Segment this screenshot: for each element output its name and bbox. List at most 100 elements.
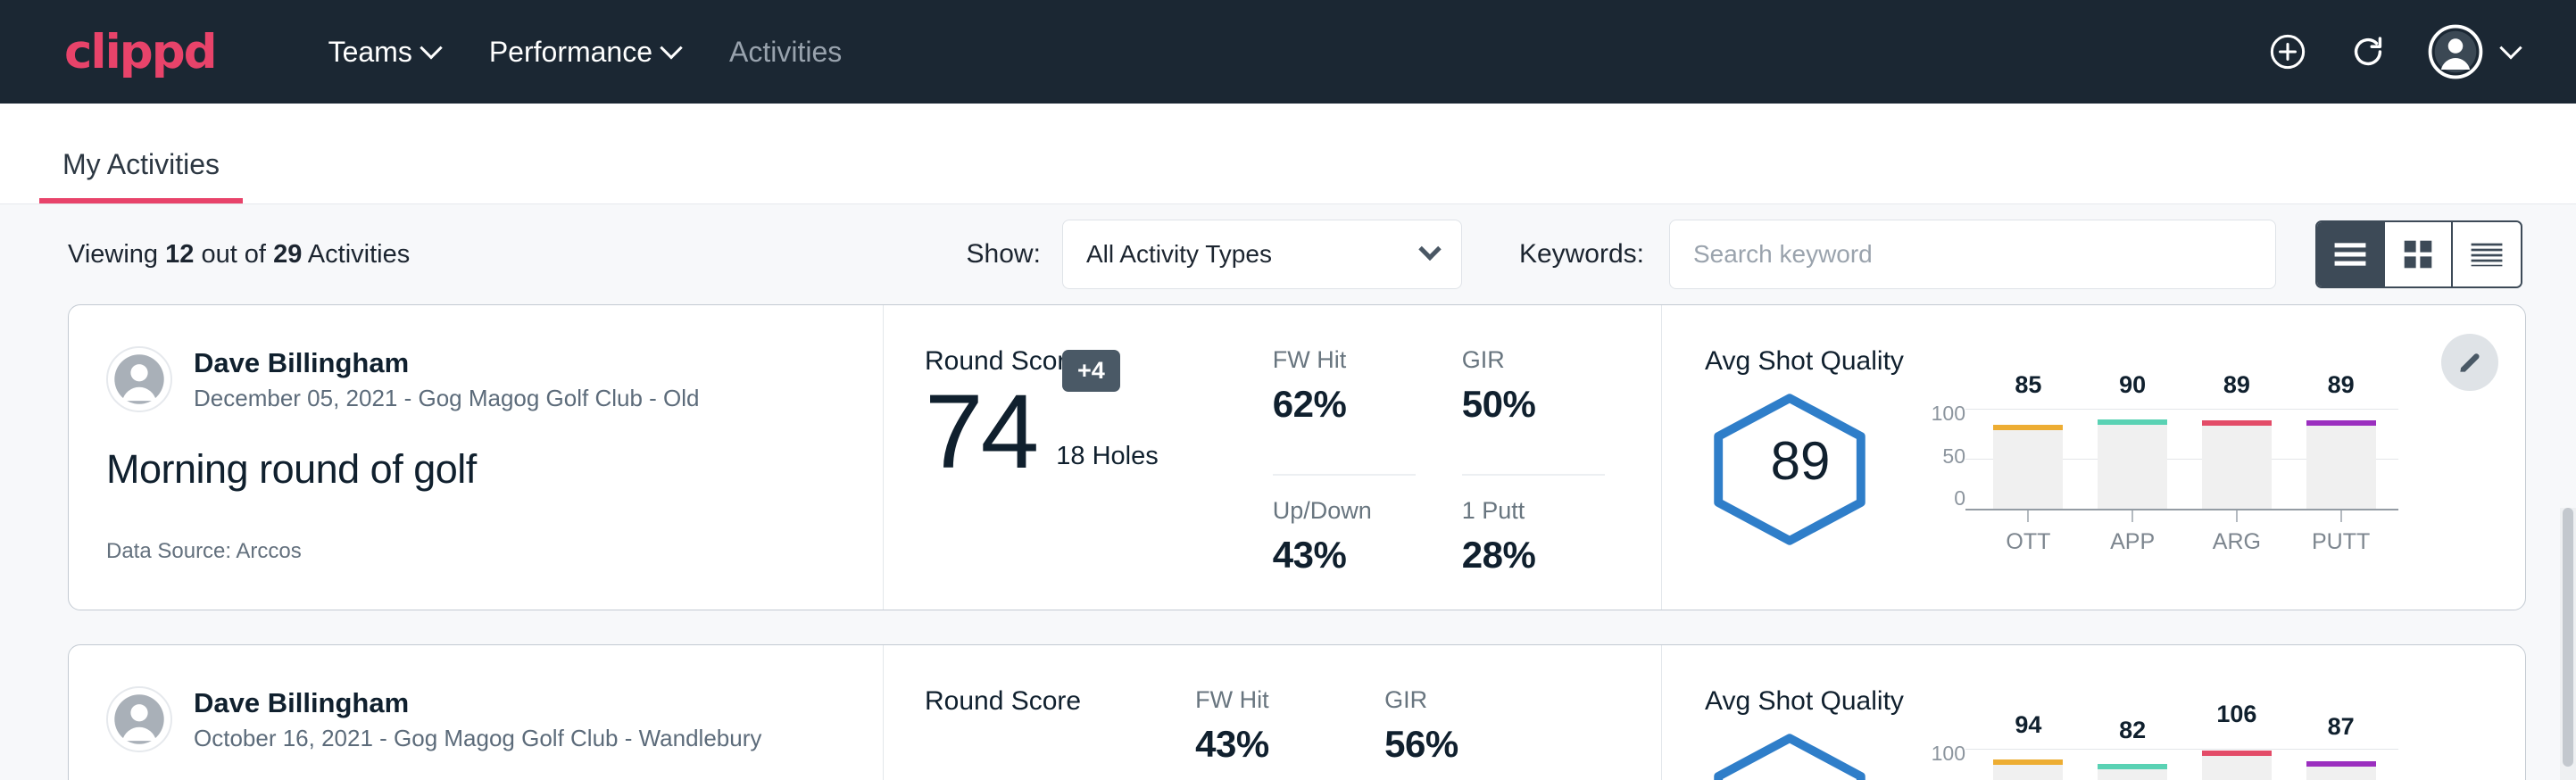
stat-gir: GIR 50% (1462, 346, 1605, 476)
bar-value-label: 85 (2015, 371, 2041, 399)
activity-type-select-value: All Activity Types (1086, 240, 1272, 269)
account-avatar-icon (2428, 24, 2483, 79)
stat-value: 28% (1462, 534, 1605, 577)
view-mode-compact[interactable] (2453, 222, 2521, 286)
stat-fw-hit: FW Hit 62% (1273, 346, 1416, 476)
stat-label: GIR (1384, 686, 1527, 714)
grid-icon (2403, 239, 2433, 270)
x-tick-label: ARG (2213, 529, 2261, 555)
main-nav-items: Teams Performance Activities (303, 27, 868, 78)
stat-label: FW Hit (1195, 686, 1338, 714)
activity-summary-column: Dave Billingham December 05, 2021 - Gog … (69, 305, 883, 610)
tab-my-activities[interactable]: My Activities (39, 150, 243, 203)
shot-quality-column: Avg Shot Quality 89 100 50 0 (1661, 305, 2525, 610)
shot-quality-value: 89 (1705, 430, 1896, 492)
round-stats-grid: FW Hit 62% GIR 50% Up/Down 43% 1 Putt 28… (1273, 346, 1605, 610)
bar (1993, 759, 2063, 780)
bar-top-cap (2202, 420, 2272, 426)
refresh-icon[interactable] (2347, 31, 2389, 72)
stat-label: 1 Putt (1462, 497, 1605, 525)
x-tick-label: APP (2110, 529, 2155, 555)
stat-value: 43% (1273, 534, 1416, 577)
stat-one-putt: 1 Putt 28% (1462, 497, 1605, 610)
y-tick: 0 (1954, 488, 1965, 509)
stat-label: GIR (1462, 346, 1605, 374)
view-mode-list[interactable] (2317, 222, 2385, 286)
account-menu[interactable] (2428, 24, 2519, 79)
shot-quality-bar-chart: 100 50 0 85 (1912, 384, 2398, 509)
y-tick: 100 (1932, 403, 1965, 424)
chevron-down-icon (660, 37, 682, 59)
shot-quality-label: Avg Shot Quality (1705, 686, 2525, 717)
chevron-down-icon (420, 37, 442, 59)
bar (2306, 420, 2376, 509)
chevron-down-icon (2499, 37, 2522, 59)
bar-value-label: 87 (2328, 713, 2355, 741)
x-tick-group: OTT (1976, 510, 2081, 555)
bar (1993, 425, 2063, 509)
scrollbar-thumb[interactable] (2563, 508, 2573, 767)
viewing-suffix: Activities (308, 240, 410, 269)
bar (2202, 420, 2272, 509)
round-holes: 18 Holes (1056, 442, 1158, 482)
bar-top-cap (2306, 420, 2376, 426)
bar-group: 85 (1976, 403, 2081, 509)
round-score-label: Round Score (925, 346, 1159, 377)
nav-item-teams[interactable]: Teams (303, 27, 464, 78)
activity-card-list: Dave Billingham December 05, 2021 - Gog … (0, 304, 2576, 780)
list-compact-icon (2470, 241, 2504, 268)
chart-y-axis: 100 (1912, 743, 1965, 780)
bar (2306, 761, 2376, 780)
chart-bars: 94 82 (1976, 743, 2393, 780)
clippd-logo[interactable]: clippd (64, 29, 216, 76)
avatar (106, 686, 172, 752)
avatar (106, 346, 172, 412)
viewing-count-text: Viewing 12 out of 29 Activities (68, 240, 410, 270)
activity-card[interactable]: Dave Billingham December 05, 2021 - Gog … (68, 304, 2526, 610)
show-label: Show: (967, 239, 1041, 270)
bar-top-cap (2098, 419, 2167, 425)
round-score-column: Round Score FW Hit 43% GIR 56% (883, 645, 1661, 780)
viewing-total: 29 (273, 240, 302, 269)
chart-plot-area: 85 90 (1965, 403, 2398, 509)
filter-controls: Show: All Activity Types Keywords: (967, 220, 2522, 289)
edit-activity-button[interactable] (2441, 334, 2498, 391)
x-tick-mark (2340, 510, 2342, 522)
page-scrollbar[interactable] (2560, 508, 2576, 780)
view-mode-grid[interactable] (2385, 222, 2453, 286)
viewing-middle: out of (201, 240, 266, 269)
activity-card[interactable]: Dave Billingham October 16, 2021 - Gog M… (68, 644, 2526, 780)
activity-user-info: Dave Billingham October 16, 2021 - Gog M… (194, 686, 761, 752)
bar-value-label: 89 (2223, 371, 2250, 399)
y-tick: 100 (1932, 743, 1965, 764)
bar-group: 89 (2289, 403, 2393, 509)
round-score-value-row: 74 +4 18 Holes (925, 382, 1159, 482)
stat-value: 43% (1195, 723, 1338, 766)
activity-user-name: Dave Billingham (194, 346, 700, 381)
top-navigation-bar: clippd Teams Performance Activities (0, 0, 2576, 104)
activity-user-row: Dave Billingham October 16, 2021 - Gog M… (106, 686, 883, 752)
round-score-value: 74 (925, 382, 1036, 482)
bar (2098, 764, 2167, 780)
x-tick-mark (2236, 510, 2238, 522)
stat-value: 50% (1462, 383, 1605, 426)
x-tick-mark (2131, 510, 2133, 522)
x-tick-mark (2027, 510, 2029, 522)
list-large-icon (2333, 241, 2367, 268)
activity-data-source: Data Source: Arccos (106, 539, 883, 564)
view-mode-toggle (2315, 220, 2522, 288)
bar-value-label: 94 (2015, 711, 2041, 739)
activity-user-name: Dave Billingham (194, 686, 761, 721)
stat-gir: GIR 56% (1384, 686, 1527, 780)
nav-item-activities[interactable]: Activities (704, 27, 867, 78)
activity-meta: December 05, 2021 - Gog Magog Golf Club … (194, 385, 700, 412)
x-tick-group: APP (2081, 510, 2185, 555)
chart-y-axis: 100 50 0 (1912, 403, 1965, 509)
activity-type-select[interactable]: All Activity Types (1062, 220, 1462, 289)
plus-circle-icon[interactable] (2267, 31, 2308, 72)
viewing-count: 12 (165, 240, 194, 269)
x-tick-label: OTT (2006, 529, 2050, 555)
nav-item-performance[interactable]: Performance (464, 27, 704, 78)
search-input[interactable] (1669, 220, 2276, 289)
chart-x-axis: OTT APP ARG (1976, 510, 2393, 555)
